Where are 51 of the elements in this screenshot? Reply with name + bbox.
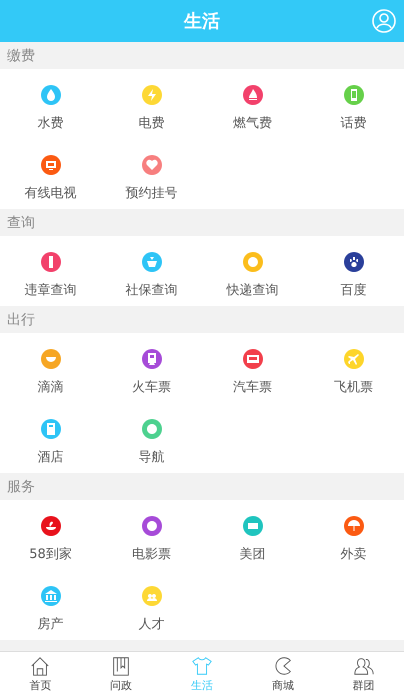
service-label[interactable]: 电影票 <box>132 545 171 563</box>
section-title: 查询 <box>7 214 35 232</box>
bus-icon[interactable] <box>242 349 262 369</box>
umbrella-icon[interactable] <box>344 516 364 536</box>
service-label[interactable]: 58到家 <box>29 545 72 563</box>
bolt-icon[interactable] <box>142 85 162 105</box>
paw-icon[interactable] <box>344 252 364 272</box>
shirt-icon <box>190 655 213 677</box>
train-icon[interactable] <box>142 349 162 369</box>
building-icon[interactable] <box>40 419 60 439</box>
house-icon <box>29 655 52 677</box>
people-icon[interactable] <box>142 586 162 606</box>
tab[interactable]: 问政 <box>80 652 162 697</box>
disc-icon[interactable] <box>242 252 262 272</box>
bowl-icon[interactable] <box>40 349 60 369</box>
square-badge-icon[interactable] <box>242 516 262 536</box>
service-label[interactable]: 滴滴 <box>38 378 64 396</box>
flame-icon[interactable] <box>242 85 262 105</box>
service-label[interactable]: 美团 <box>240 545 266 563</box>
page-title: 生活 <box>184 10 220 33</box>
service-label[interactable]: 快递查询 <box>226 281 278 299</box>
service-label[interactable]: 汽车票 <box>233 378 272 396</box>
service-label[interactable]: 火车票 <box>132 378 171 396</box>
drop-icon[interactable] <box>40 85 60 105</box>
service-label[interactable]: 有线电视 <box>24 184 76 202</box>
user-icon[interactable] <box>372 9 396 33</box>
service-label[interactable]: 违章查询 <box>24 281 76 299</box>
service-label[interactable]: 预约挂号 <box>126 184 178 202</box>
service-label[interactable]: 外卖 <box>340 545 366 563</box>
tab[interactable]: 商城 <box>242 652 324 697</box>
phone-icon[interactable] <box>344 85 364 105</box>
service-label[interactable]: 酒店 <box>38 448 64 466</box>
bank-icon[interactable] <box>40 586 60 606</box>
service-label[interactable]: 导航 <box>138 448 164 466</box>
service-label[interactable]: 社保查询 <box>126 281 178 299</box>
service-label[interactable]: 房产 <box>38 615 64 633</box>
plane-icon[interactable] <box>344 349 364 369</box>
service-label[interactable]: 飞机票 <box>334 378 373 396</box>
tab[interactable]: 群团 <box>323 652 404 697</box>
section-title: 服务 <box>7 478 35 496</box>
service-label[interactable]: 电费 <box>138 114 164 132</box>
service-label[interactable]: 话费 <box>340 114 366 132</box>
service-label[interactable]: 水费 <box>38 114 64 132</box>
section-title: 缴费 <box>7 46 35 64</box>
service-label[interactable]: 燃气费 <box>233 114 272 132</box>
service-label[interactable]: 人才 <box>138 615 164 633</box>
people-icon <box>352 655 375 677</box>
service-label[interactable]: 百度 <box>340 281 366 299</box>
tab[interactable]: 首页 <box>0 652 81 697</box>
section-title: 出行 <box>7 310 35 328</box>
tv-icon[interactable] <box>40 155 60 175</box>
